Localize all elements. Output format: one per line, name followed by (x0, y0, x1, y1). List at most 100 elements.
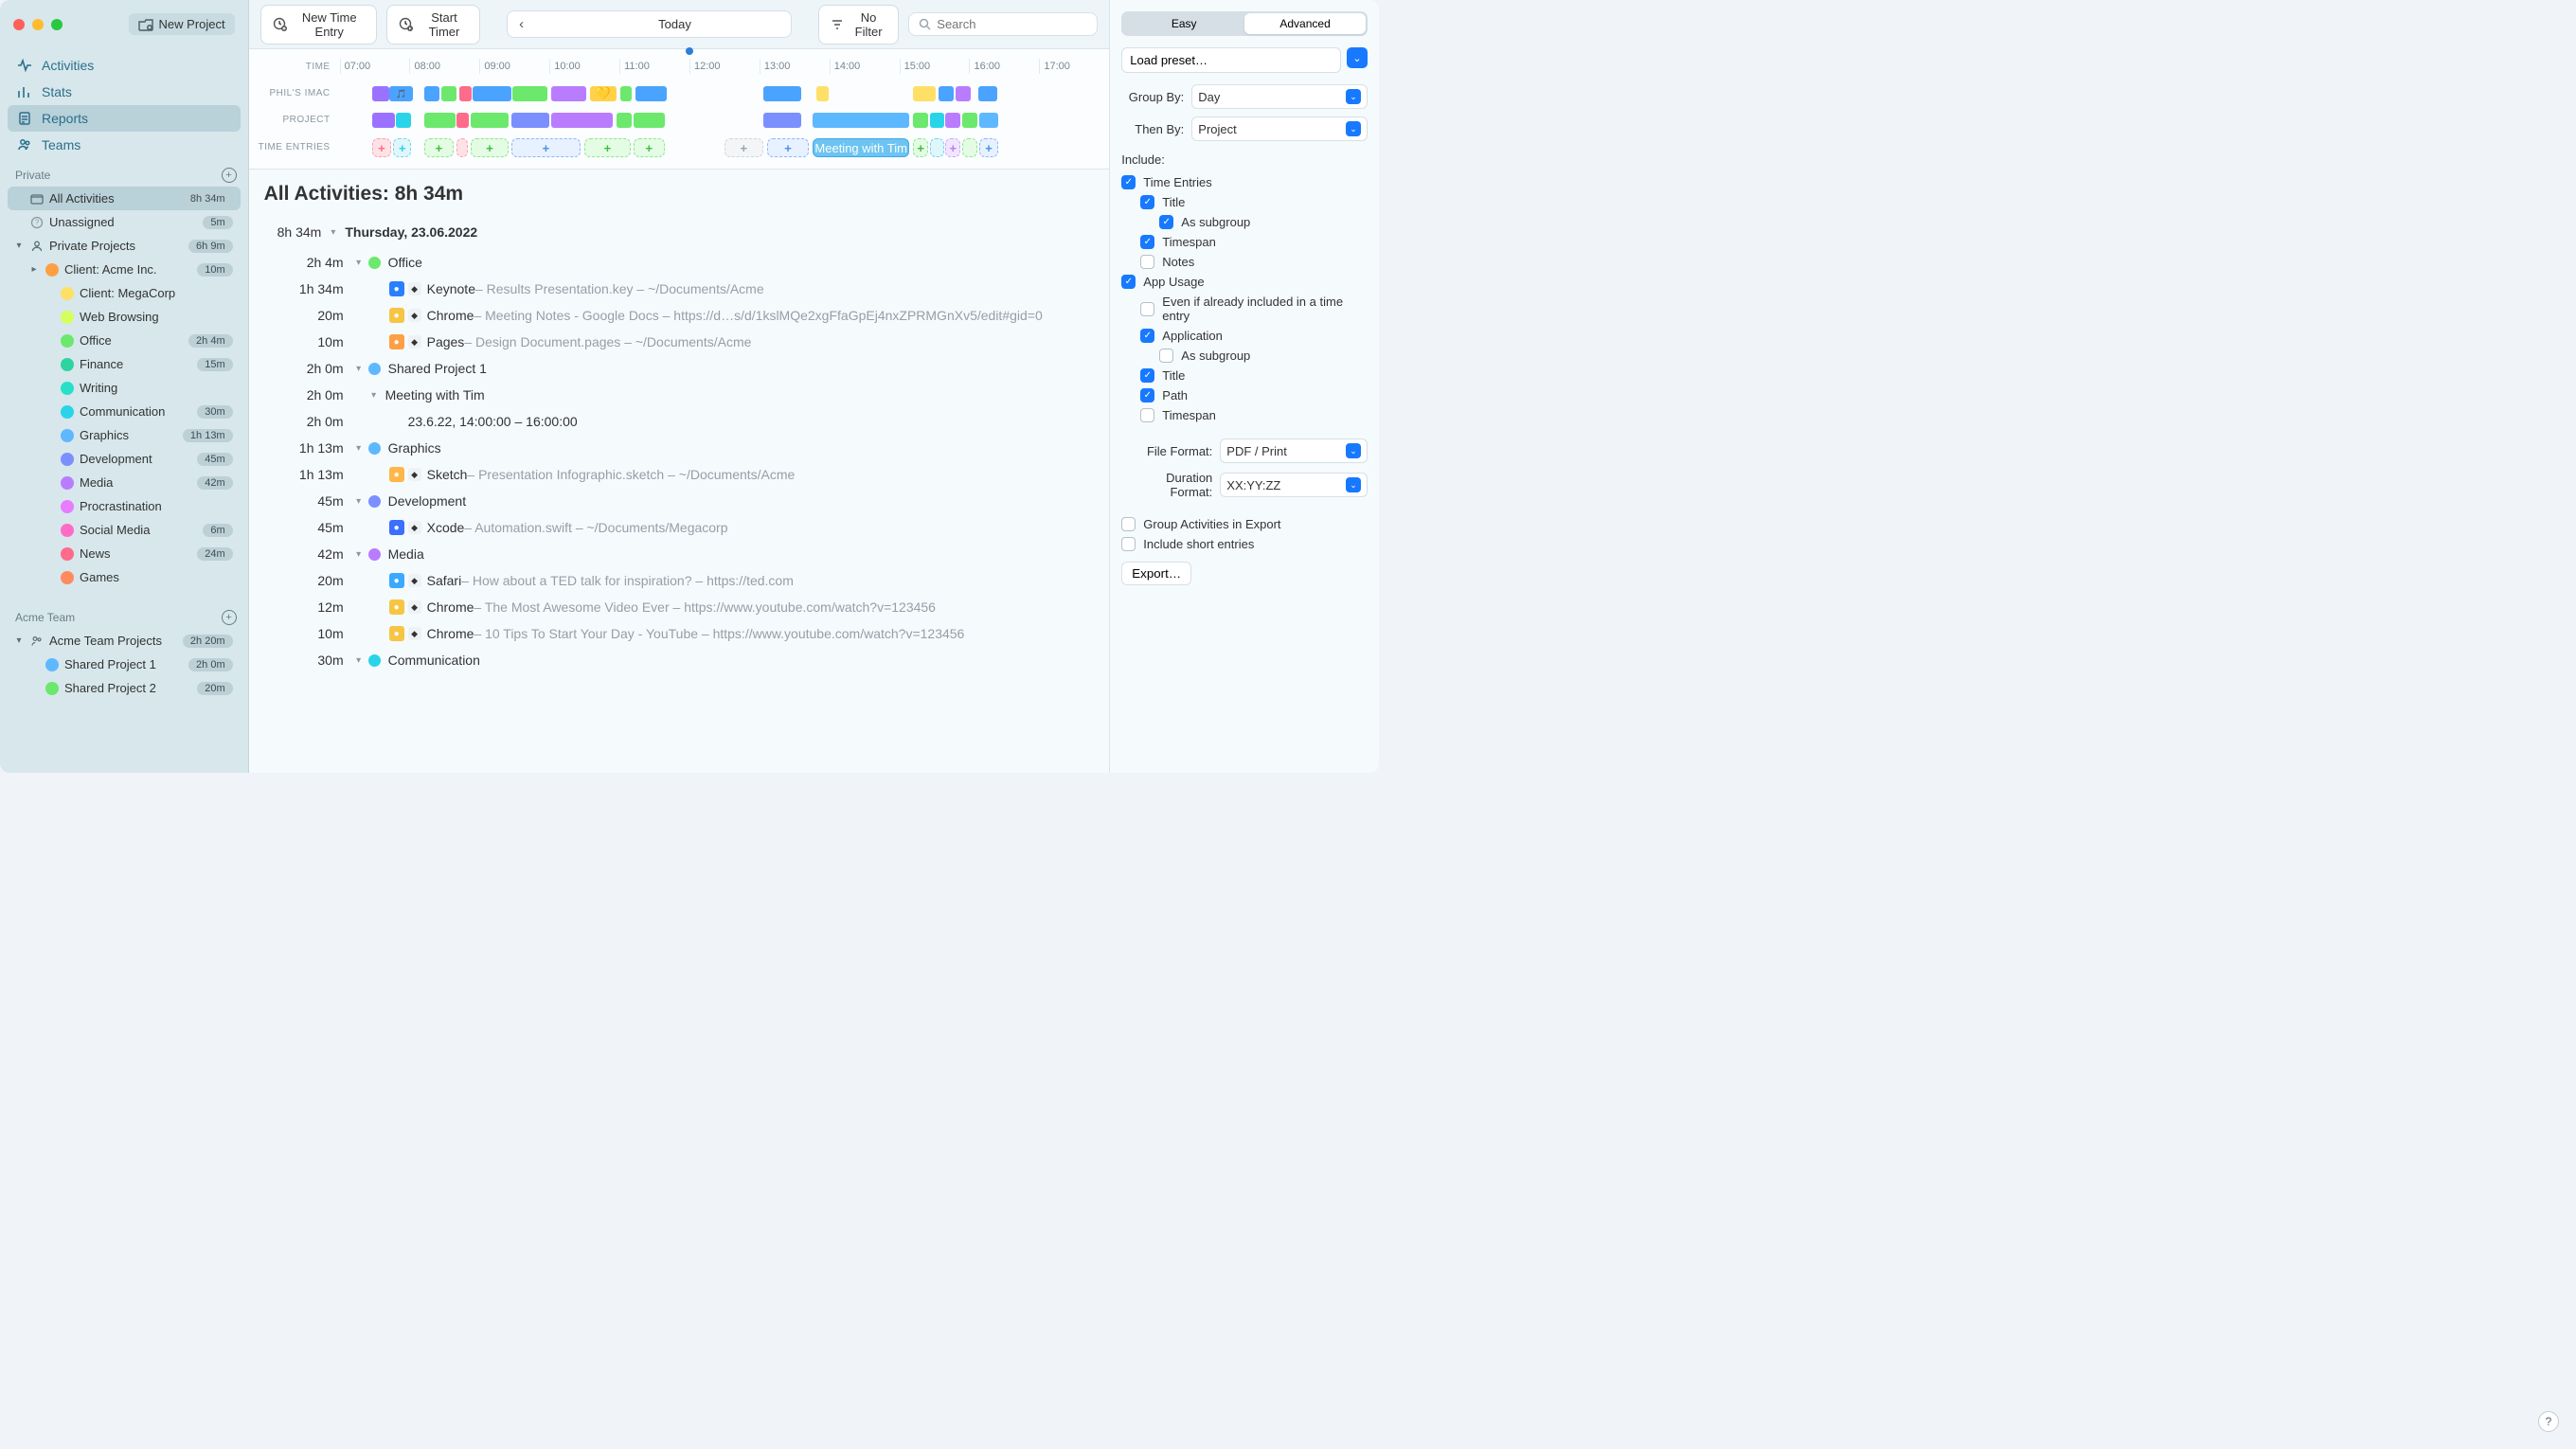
entry-add-button[interactable] (962, 138, 977, 157)
checkbox[interactable] (1121, 537, 1136, 551)
activity-row[interactable]: 1h 13m▾Graphics (264, 435, 1095, 461)
entry-add-button[interactable]: + (393, 138, 411, 157)
sidebar-item[interactable]: Office2h 4m (8, 329, 241, 352)
entry-add-button[interactable]: + (767, 138, 810, 157)
chevron-down-icon[interactable]: ▾ (351, 364, 367, 374)
activity-row[interactable]: 20m●◆Chrome – Meeting Notes - Google Doc… (264, 302, 1095, 329)
check-notes[interactable]: Notes (1121, 252, 1368, 272)
sidebar-item[interactable]: Media42m (8, 471, 241, 494)
tree-item-private-projects[interactable]: ▾ Private Projects 6h 9m (8, 234, 241, 258)
check-as-subgroup-2[interactable]: As subgroup (1121, 346, 1368, 366)
checkbox[interactable]: ✓ (1140, 235, 1154, 249)
new-project-button[interactable]: New Project (129, 13, 235, 35)
chevron-down-icon[interactable]: ▾ (13, 635, 25, 646)
activity-row[interactable]: 1h 34m●◆Keynote – Results Presentation.k… (264, 276, 1095, 302)
check-even-if[interactable]: Even if already included in a time entry (1121, 292, 1368, 326)
chevron-down-icon[interactable]: ▾ (351, 496, 367, 507)
activity-row[interactable]: 30m▾Communication (264, 647, 1095, 673)
entry-add-button[interactable]: + (724, 138, 763, 157)
activity-row[interactable]: 2h 4m▾Office (264, 249, 1095, 276)
check-title-1[interactable]: ✓Title (1121, 192, 1368, 212)
activity-row[interactable]: 12m●◆Chrome – The Most Awesome Video Eve… (264, 594, 1095, 620)
checkbox[interactable]: ✓ (1140, 388, 1154, 402)
entry-add-button[interactable]: + (634, 138, 665, 157)
minimize-window-button[interactable] (32, 19, 44, 30)
nav-stats[interactable]: Stats (8, 79, 241, 105)
advanced-mode-button[interactable]: Advanced (1244, 13, 1366, 34)
chevron-down-icon[interactable]: ▾ (351, 258, 367, 268)
preset-menu-button[interactable]: ⌄ (1347, 47, 1368, 68)
today-label[interactable]: Today (535, 12, 792, 36)
entry-add-button[interactable]: + (979, 138, 998, 157)
checkbox[interactable]: ✓ (1140, 368, 1154, 383)
date-header[interactable]: 8h 34m ▾ Thursday, 23.06.2022 (264, 219, 1095, 249)
checkbox[interactable]: ✓ (1121, 175, 1136, 189)
maximize-window-button[interactable] (51, 19, 63, 30)
check-application[interactable]: ✓Application (1121, 326, 1368, 346)
sidebar-item[interactable]: Client: MegaCorp (8, 281, 241, 305)
start-timer-button[interactable]: Start Timer (386, 5, 480, 45)
checkbox[interactable] (1140, 302, 1154, 316)
chevron-down-icon[interactable]: ▾ (367, 390, 382, 401)
sidebar-item[interactable]: Finance15m (8, 352, 241, 376)
entry-add-button[interactable] (930, 138, 944, 157)
tree-item-shared2[interactable]: Shared Project 2 20m (8, 676, 241, 700)
entry-add-button[interactable]: + (424, 138, 454, 157)
sidebar-item[interactable]: Procrastination (8, 494, 241, 518)
nav-teams[interactable]: Teams (8, 132, 241, 158)
checkbox[interactable] (1159, 349, 1173, 363)
search-input[interactable] (937, 17, 1103, 31)
group-by-select[interactable]: Day ⌄ (1191, 84, 1368, 109)
entry-add-button[interactable] (456, 138, 468, 157)
activity-row[interactable]: 2h 0m▾Shared Project 1 (264, 355, 1095, 382)
check-group-activities[interactable]: Group Activities in Export (1121, 514, 1368, 534)
checkbox[interactable] (1140, 255, 1154, 269)
check-time-entries[interactable]: ✓Time Entries (1121, 172, 1368, 192)
sidebar-item[interactable]: Social Media6m (8, 518, 241, 542)
duration-format-select[interactable]: XX:YY:ZZ ⌄ (1220, 473, 1368, 497)
sidebar-item[interactable]: Development45m (8, 447, 241, 471)
export-button[interactable]: Export… (1121, 562, 1191, 585)
chevron-down-icon[interactable]: ▾ (13, 241, 25, 251)
activity-row[interactable]: 42m▾Media (264, 541, 1095, 567)
close-window-button[interactable] (13, 19, 25, 30)
checkbox[interactable]: ✓ (1140, 195, 1154, 209)
checkbox[interactable]: ✓ (1140, 329, 1154, 343)
chevron-down-icon[interactable]: ▾ (351, 655, 367, 666)
activity-row[interactable]: 45m●◆Xcode – Automation.swift – ~/Docume… (264, 514, 1095, 541)
check-title-2[interactable]: ✓Title (1121, 366, 1368, 385)
chevron-down-icon[interactable]: ▾ (351, 443, 367, 454)
activity-row[interactable]: 45m▾Development (264, 488, 1095, 514)
sidebar-item[interactable]: Graphics1h 13m (8, 423, 241, 447)
activity-row[interactable]: 10m●◆Pages – Design Document.pages – ~/D… (264, 329, 1095, 355)
checkbox[interactable] (1121, 517, 1136, 531)
checkbox[interactable]: ✓ (1159, 215, 1173, 229)
entry-add-button[interactable]: + (945, 138, 960, 157)
checkbox[interactable] (1140, 408, 1154, 422)
tree-item-all-activities[interactable]: All Activities 8h 34m (8, 187, 241, 210)
checkbox[interactable]: ✓ (1121, 275, 1136, 289)
file-format-select[interactable]: PDF / Print ⌄ (1220, 438, 1368, 463)
entry-add-button[interactable]: + (913, 138, 928, 157)
activity-row[interactable]: 1h 13m●◆Sketch – Presentation Infographi… (264, 461, 1095, 488)
add-acme-project-button[interactable]: + (222, 610, 237, 625)
check-path[interactable]: ✓Path (1121, 385, 1368, 405)
entry-add-button[interactable]: + (372, 138, 391, 157)
check-app-usage[interactable]: ✓App Usage (1121, 272, 1368, 292)
sidebar-item[interactable]: News24m (8, 542, 241, 565)
sidebar-item[interactable]: Games (8, 565, 241, 589)
chevron-right-icon[interactable]: ▸ (28, 264, 40, 275)
entry-add-button[interactable]: + (584, 138, 631, 157)
sidebar-item[interactable]: ▸Client: Acme Inc.10m (8, 258, 241, 281)
check-timespan-1[interactable]: ✓Timespan (1121, 232, 1368, 252)
tree-item-acme-projects[interactable]: ▾ Acme Team Projects 2h 20m (8, 629, 241, 653)
nav-activities[interactable]: Activities (8, 52, 241, 79)
activity-row[interactable]: 10m●◆Chrome – 10 Tips To Start Your Day … (264, 620, 1095, 647)
prev-day-button[interactable]: ‹ (508, 11, 535, 37)
load-preset-button[interactable]: Load preset… (1121, 47, 1341, 73)
search-field[interactable] (908, 12, 1098, 36)
tree-item-unassigned[interactable]: ? Unassigned 5m (8, 210, 241, 234)
sidebar-item[interactable]: Writing (8, 376, 241, 400)
easy-mode-button[interactable]: Easy (1123, 13, 1244, 34)
nav-reports[interactable]: Reports (8, 105, 241, 132)
